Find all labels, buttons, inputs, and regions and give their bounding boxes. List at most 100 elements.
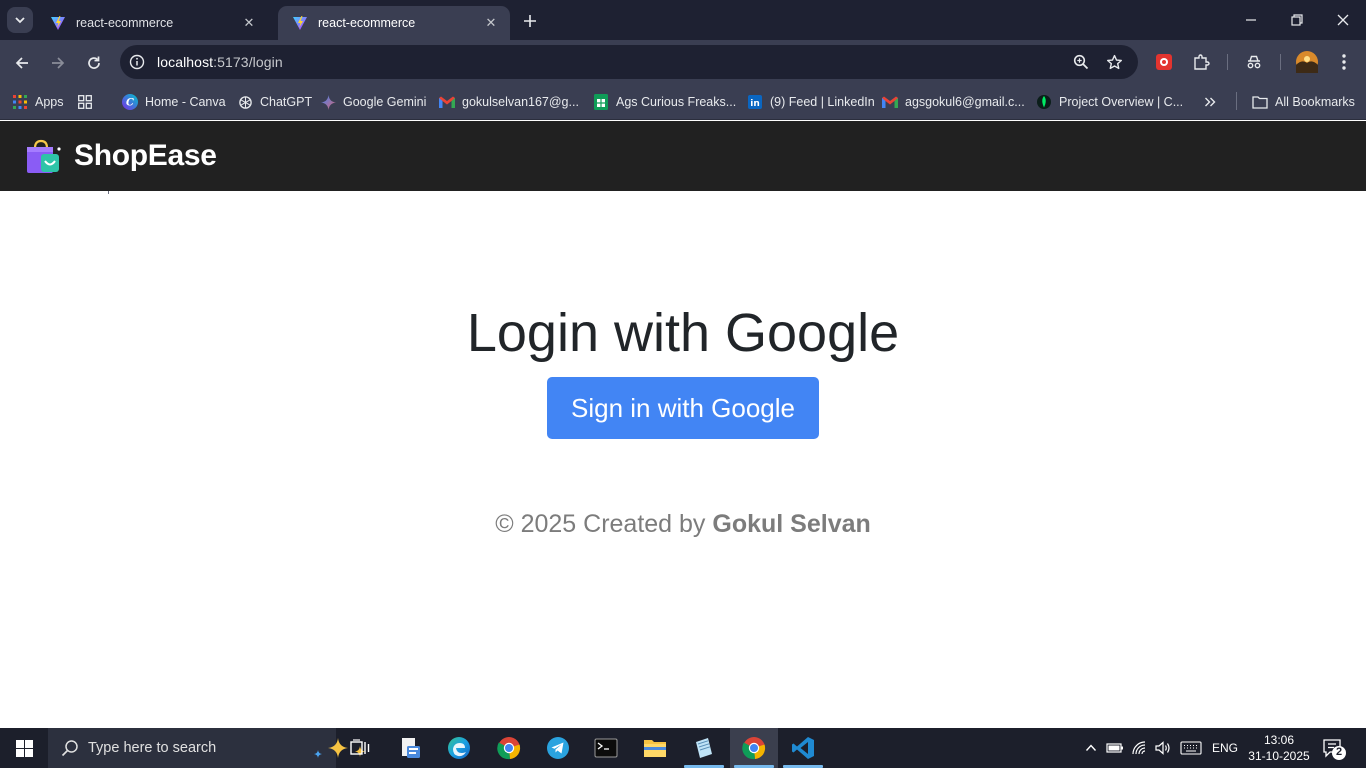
bookmark-gemini[interactable]: Google Gemini bbox=[320, 92, 426, 112]
tab-title: react-ecommerce bbox=[318, 16, 416, 30]
toolbar-divider bbox=[1280, 54, 1281, 70]
footer-prefix: © 2025 Created by bbox=[495, 510, 713, 538]
vscode-icon bbox=[792, 737, 814, 759]
bookmark-tab-groups[interactable] bbox=[77, 92, 100, 112]
bookmark-label: ChatGPT bbox=[260, 95, 313, 109]
reload-button[interactable] bbox=[81, 50, 107, 76]
tab-react-ecommerce-1[interactable]: react-ecommerce ✕ bbox=[36, 6, 268, 40]
shopping-bag-logo-icon[interactable] bbox=[24, 138, 62, 176]
page-title: Login with Google bbox=[466, 303, 900, 363]
bookmark-sheets[interactable]: Ags Curious Freaks... bbox=[593, 92, 736, 112]
linkedin-icon: in bbox=[747, 94, 763, 110]
taskbar-app-chrome[interactable] bbox=[485, 728, 533, 768]
notification-center-button[interactable]: 2 bbox=[1320, 736, 1348, 762]
taskbar-app-notepad[interactable] bbox=[680, 728, 728, 768]
taskbar-app-telegram[interactable] bbox=[534, 728, 582, 768]
forward-button[interactable] bbox=[45, 50, 71, 76]
close-window-button[interactable] bbox=[1320, 0, 1366, 40]
apps-grid-icon bbox=[12, 94, 28, 110]
arrow-left-icon bbox=[15, 57, 28, 69]
vite-icon bbox=[51, 16, 65, 30]
extension-red-icon[interactable] bbox=[1153, 51, 1175, 73]
language-indicator[interactable]: ENG bbox=[1208, 728, 1242, 768]
google-signin-button[interactable]: Sign in with Google bbox=[547, 377, 819, 439]
new-tab-button[interactable] bbox=[518, 9, 542, 33]
tab-search-button[interactable] bbox=[7, 7, 33, 33]
system-clock[interactable]: 13:06 31-10-2025 bbox=[1248, 732, 1310, 764]
bookmark-label: Apps bbox=[35, 95, 64, 109]
notepad-icon bbox=[696, 738, 712, 758]
vite-icon bbox=[293, 16, 307, 30]
bookmark-apps[interactable]: Apps bbox=[12, 92, 64, 112]
toolbar-divider bbox=[1227, 54, 1228, 70]
chevron-double-right-icon bbox=[1205, 97, 1216, 107]
bookmark-label: gokulselvan167@g... bbox=[462, 95, 579, 109]
task-view-icon bbox=[350, 739, 370, 755]
chatgpt-icon bbox=[237, 94, 253, 110]
chevron-up-icon bbox=[1085, 744, 1097, 751]
url-text[interactable]: localhost:5173/login bbox=[157, 54, 283, 70]
zoom-icon[interactable] bbox=[1072, 53, 1090, 71]
bookmark-gmail-1[interactable]: gokulselvan167@g... bbox=[439, 92, 579, 112]
keyboard-icon[interactable] bbox=[1178, 728, 1204, 768]
taskbar-app-terminal[interactable] bbox=[582, 728, 630, 768]
chrome-icon bbox=[497, 737, 521, 760]
bookmark-canva[interactable]: C Home - Canva bbox=[122, 92, 226, 112]
svg-text:C: C bbox=[126, 98, 134, 109]
bookmark-linkedin[interactable]: in (9) Feed | LinkedIn bbox=[747, 92, 875, 112]
bookmark-star-icon[interactable] bbox=[1105, 53, 1123, 71]
profile-avatar[interactable] bbox=[1296, 51, 1318, 73]
taskbar-app-vscode[interactable] bbox=[779, 728, 827, 768]
svg-text:in: in bbox=[750, 99, 760, 109]
arrow-right-icon bbox=[52, 57, 65, 69]
plus-icon bbox=[524, 15, 536, 27]
volume-icon[interactable] bbox=[1152, 728, 1174, 768]
all-bookmarks-button[interactable]: All Bookmarks bbox=[1252, 92, 1355, 112]
show-hidden-icons-button[interactable] bbox=[1080, 728, 1102, 768]
task-view-button[interactable] bbox=[336, 728, 384, 768]
terminal-icon bbox=[594, 738, 618, 758]
address-bar[interactable]: localhost:5173/login bbox=[120, 45, 1138, 79]
bookmark-chatgpt[interactable]: ChatGPT bbox=[237, 92, 312, 112]
taskbar-search-placeholder: Type here to search bbox=[88, 740, 217, 756]
extensions-puzzle-icon[interactable] bbox=[1190, 51, 1212, 73]
start-button[interactable] bbox=[0, 728, 48, 768]
incognito-icon[interactable] bbox=[1243, 51, 1265, 73]
reload-icon bbox=[88, 56, 100, 69]
close-icon[interactable]: ✕ bbox=[240, 14, 258, 32]
wifi-icon[interactable] bbox=[1128, 728, 1152, 768]
minimize-button[interactable] bbox=[1228, 0, 1274, 40]
taskbar-app-edge[interactable] bbox=[435, 728, 483, 768]
more-vertical-icon[interactable] bbox=[1333, 51, 1355, 73]
taskbar-app-explorer[interactable] bbox=[631, 728, 679, 768]
sheets-icon bbox=[593, 94, 609, 110]
site-navbar: ShopEase bbox=[0, 121, 1366, 191]
close-icon[interactable]: ✕ bbox=[482, 14, 500, 32]
site-info-icon[interactable] bbox=[128, 53, 146, 71]
chevron-down-icon bbox=[15, 17, 25, 24]
clock-date: 31-10-2025 bbox=[1248, 749, 1310, 763]
tab-react-ecommerce-2[interactable]: react-ecommerce ✕ bbox=[278, 6, 510, 40]
minimize-icon bbox=[1246, 19, 1256, 21]
brand-name[interactable]: ShopEase bbox=[74, 139, 217, 173]
taskbar-app-chrome-active[interactable] bbox=[730, 728, 778, 768]
bookmark-mongodb[interactable]: Project Overview | C... bbox=[1036, 92, 1183, 112]
url-host: localhost bbox=[157, 54, 214, 70]
restore-icon bbox=[1291, 14, 1303, 26]
footer-credit: © 2025 Created by Gokul Selvan bbox=[0, 510, 1366, 539]
battery-icon[interactable] bbox=[1104, 728, 1126, 768]
mongodb-icon bbox=[1036, 94, 1052, 110]
more-bookmarks-button[interactable] bbox=[1204, 92, 1216, 112]
windows-logo-icon bbox=[15, 739, 33, 757]
back-button[interactable] bbox=[9, 50, 35, 76]
close-icon bbox=[1337, 14, 1349, 26]
canva-icon: C bbox=[122, 94, 138, 110]
gemini-icon bbox=[320, 94, 336, 110]
restore-button[interactable] bbox=[1274, 0, 1320, 40]
taskbar-app-print[interactable] bbox=[386, 728, 434, 768]
windows-taskbar: Type here to search ENG 13:06 31-10-2025… bbox=[0, 728, 1366, 768]
file-manager-icon bbox=[402, 738, 420, 758]
tab-groups-icon bbox=[77, 94, 93, 110]
taskbar-search-box[interactable]: Type here to search bbox=[48, 728, 365, 768]
bookmark-gmail-2[interactable]: agsgokul6@gmail.c... bbox=[882, 92, 1025, 112]
